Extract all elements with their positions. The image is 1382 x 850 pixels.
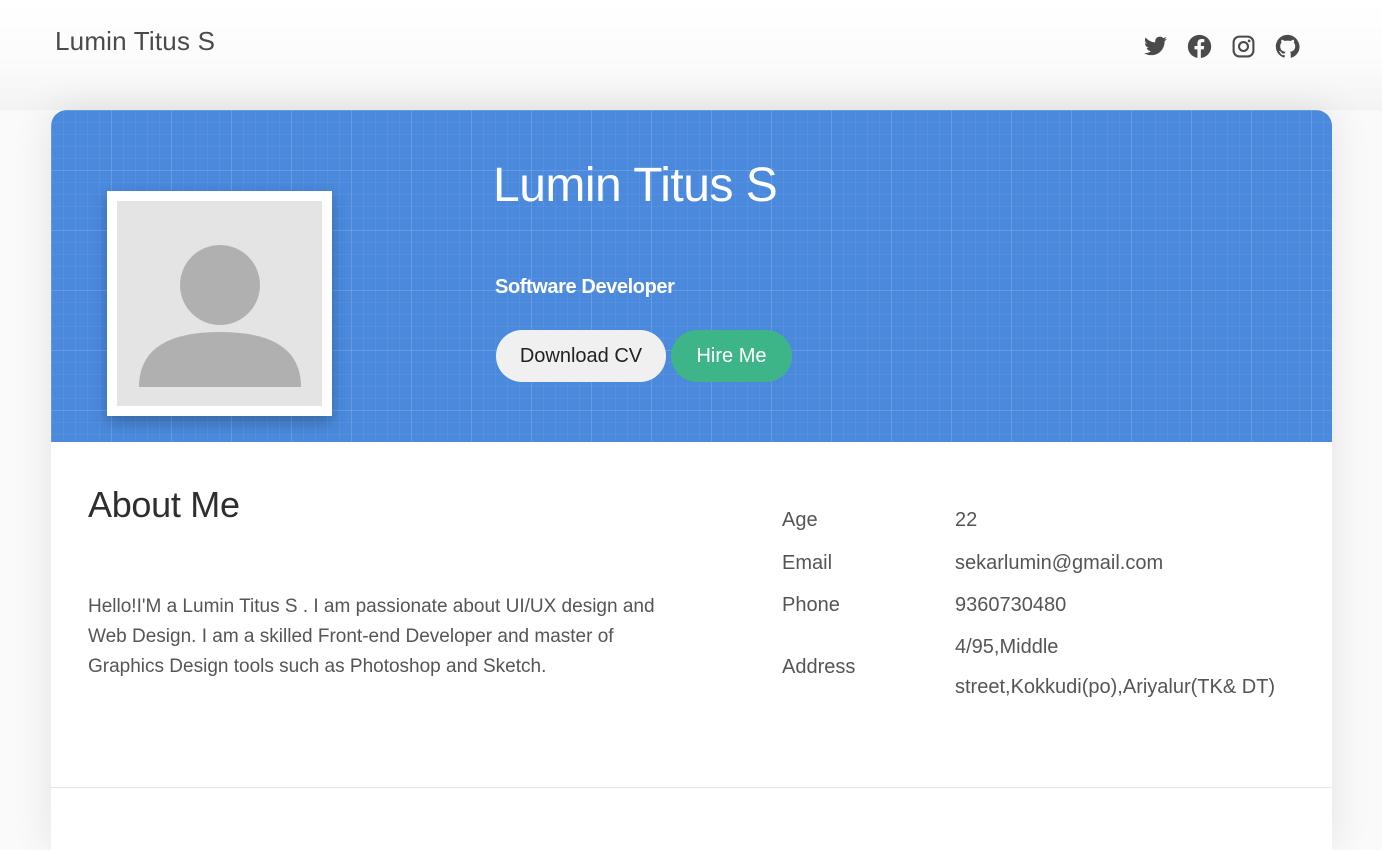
about-paragraph-line1: Hello!I'M a Lumin Titus S . I am passion… bbox=[88, 596, 655, 617]
address-label: Address bbox=[782, 655, 856, 678]
phone-label: Phone bbox=[782, 593, 840, 616]
hero-banner: Lumin Titus S Software Developer Downloa… bbox=[51, 110, 1332, 442]
about-paragraph-line2: Web Design. I am a skilled Front-end Dev… bbox=[88, 626, 614, 677]
hire-me-button[interactable]: Hire Me bbox=[671, 330, 792, 382]
social-links bbox=[1143, 34, 1300, 59]
download-cv-button[interactable]: Download CV bbox=[496, 330, 666, 382]
hero-role: Software Developer bbox=[495, 276, 675, 298]
info-row-address: Address 4/95,Middle street,Kokkudi(po),A… bbox=[782, 626, 1285, 708]
about-section: About Me Hello!I'M a Lumin Titus S . I a… bbox=[51, 442, 1332, 788]
phone-value: 9360730480 bbox=[955, 593, 1067, 616]
info-row-email: Email sekarlumin@gmail.com bbox=[782, 542, 1285, 584]
top-navbar: Lumin Titus S bbox=[0, 0, 1382, 110]
facebook-icon[interactable] bbox=[1187, 34, 1212, 59]
age-label: Age bbox=[782, 508, 818, 531]
email-value: sekarlumin@gmail.com bbox=[955, 551, 1164, 574]
brand-name[interactable]: Lumin Titus S bbox=[55, 26, 215, 57]
avatar-frame bbox=[107, 191, 332, 416]
user-placeholder-icon bbox=[117, 201, 322, 406]
personal-info: Age 22 Email sekarlumin@gmail.com Phone … bbox=[782, 502, 1285, 708]
github-icon[interactable] bbox=[1275, 34, 1300, 59]
about-title: About Me bbox=[88, 484, 240, 525]
email-label: Email bbox=[782, 551, 833, 574]
info-row-phone: Phone 9360730480 bbox=[782, 584, 1285, 626]
about-paragraph: Hello!I'M a Lumin Titus S . I am passion… bbox=[88, 592, 678, 682]
hero-name: Lumin Titus S bbox=[493, 159, 778, 212]
profile-card: Lumin Titus S Software Developer Downloa… bbox=[51, 110, 1332, 850]
age-value: 22 bbox=[955, 508, 978, 531]
info-row-age: Age 22 bbox=[782, 498, 1285, 542]
twitter-icon[interactable] bbox=[1143, 34, 1168, 59]
instagram-icon[interactable] bbox=[1231, 34, 1256, 59]
address-value: 4/95,Middle street,Kokkudi(po),Ariyalur(… bbox=[955, 636, 1276, 698]
